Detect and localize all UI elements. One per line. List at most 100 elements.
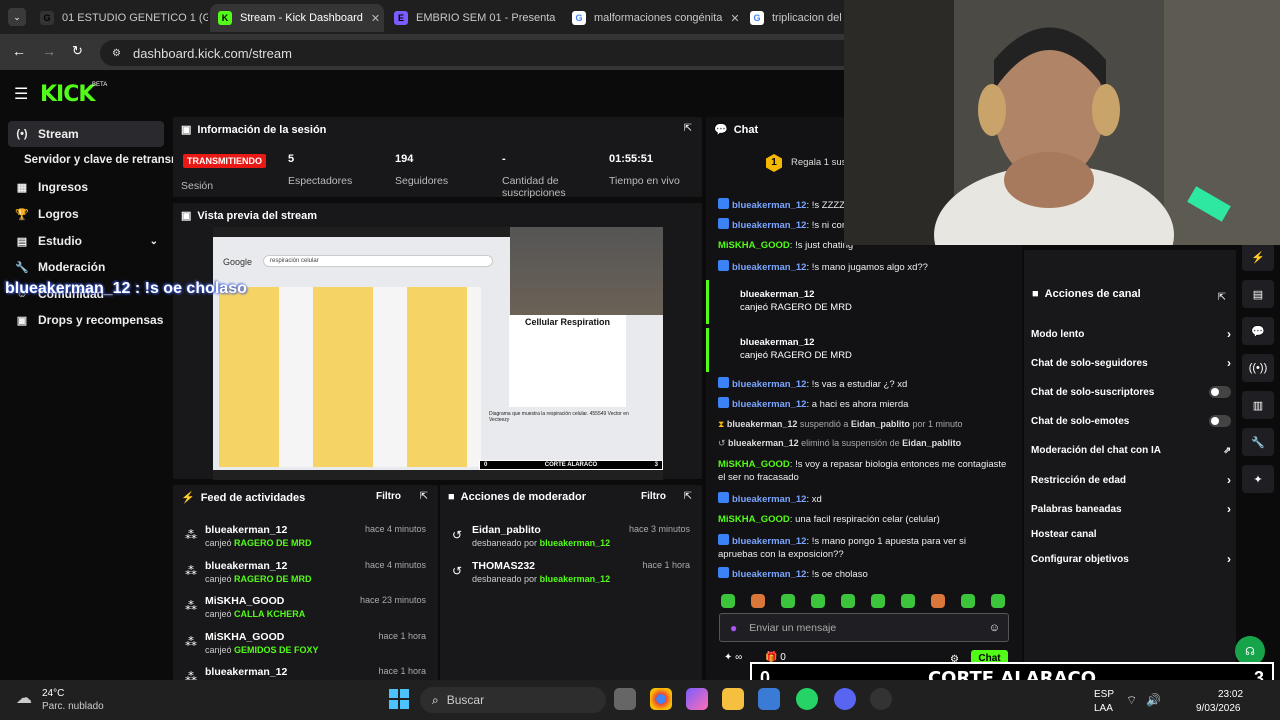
mod-filter-button[interactable]: Filtro [641, 491, 666, 502]
weather-icon[interactable]: ☁ [16, 688, 32, 708]
clock-date[interactable]: 9/03/2026 [1196, 703, 1241, 714]
chat-username[interactable]: blueakerman_12 [732, 399, 806, 410]
browser-tab[interactable]: E EMBRIO SEM 01 - Presenta✕ [386, 4, 562, 32]
chat-rail-button[interactable]: 💬 [1242, 317, 1274, 345]
bolt-rail-button[interactable]: ⚡ [1242, 243, 1274, 271]
emote-icon[interactable] [931, 594, 945, 608]
feed-row[interactable]: ⁂ blueakerman_12 hace 1 hora [173, 662, 438, 680]
emote-icon[interactable] [871, 594, 885, 608]
sidebar-item[interactable]: Servidor y clave de retransm [8, 147, 183, 173]
chat-username[interactable]: MiSKHA_GOOD [718, 459, 790, 470]
emote-icon[interactable] [721, 594, 735, 608]
chat-username[interactable]: blueakerman_12 [732, 220, 806, 231]
emote-icon[interactable] [961, 594, 975, 608]
mod-row[interactable]: ↺ THOMAS232 hace 1 hora desbaneado por blue… [440, 556, 702, 592]
chat-message[interactable]: blueakerman_12: !s vas a estudiar ¿? xd [718, 377, 1008, 391]
mod-row[interactable]: ↺ Eidan_pablito hace 3 minutos desbaneado p… [440, 520, 702, 556]
emote-icon[interactable] [901, 594, 915, 608]
reload-icon[interactable]: ↻ [72, 43, 83, 59]
chat-message[interactable]: MiSKHA_GOOD: una facil respiración celar… [718, 513, 1008, 526]
tab-close-icon[interactable]: ✕ [722, 12, 739, 25]
emote-icon[interactable] [751, 594, 765, 608]
toggle-switch[interactable] [1209, 415, 1231, 427]
chat-message[interactable]: blueakerman_12: !s mano pongo 1 apuesta … [718, 534, 1008, 561]
browser-tab[interactable]: Gtriplicacion del cr✕ [742, 4, 844, 32]
tab-close-icon[interactable]: ✕ [555, 12, 562, 25]
feed-popout-icon[interactable]: ⇱ [420, 491, 428, 502]
wifi-icon[interactable]: ⌔ [1126, 693, 1137, 708]
points-indicator[interactable]: ✦ ∞ [724, 652, 742, 663]
sidebar-item[interactable]: 🔧 Moderación [8, 254, 164, 280]
wrench-rail-button[interactable]: 🔧 [1242, 428, 1274, 456]
sys-target[interactable]: Eidan_pablito [902, 438, 961, 448]
community-rail-button[interactable]: ✦ [1242, 465, 1274, 493]
chat-username[interactable]: MiSKHA_GOOD [718, 240, 790, 251]
forward-icon[interactable]: → [42, 43, 56, 59]
channel-action-item[interactable]: Chat de solo-seguidores › [1031, 356, 1231, 370]
broadcast-rail-button[interactable]: ((•)) [1242, 354, 1274, 382]
mod-popout-icon[interactable]: ⇱ [684, 491, 692, 502]
feed-row[interactable]: ⁂ MiSKHA_GOOD hace 23 minutos canjeó CALLA … [173, 591, 438, 627]
chat-message[interactable]: blueakerman_12: !s oe cholaso [718, 567, 1008, 581]
back-icon[interactable]: ← [12, 43, 26, 59]
taskbar-search[interactable]: ⌕ Buscar [420, 687, 606, 713]
channel-action-item[interactable]: Modo lento › [1031, 327, 1231, 341]
volume-icon[interactable]: 🔊 [1146, 693, 1161, 707]
menu-icon[interactable]: ☰ [14, 84, 28, 104]
tab-list-button[interactable]: ⌄ [8, 8, 26, 26]
chat-message[interactable]: blueakerman_12: xd [718, 492, 1008, 506]
channel-action-item[interactable]: Restricción de edad › [1031, 473, 1231, 487]
chat-message[interactable]: blueakerman_12: !s mano jugamos algo xd?… [718, 260, 1008, 274]
whatsapp-icon[interactable] [796, 688, 818, 710]
obs-icon[interactable] [870, 688, 892, 710]
sidebar-item[interactable]: ▣ Drops y recompensas [8, 307, 164, 333]
sidebar-item[interactable]: (•) Stream [8, 121, 164, 147]
channel-action-item[interactable]: Moderación del chat con IA ⇗ [1031, 443, 1231, 457]
emote-icon[interactable] [811, 594, 825, 608]
chat-message[interactable]: blueakerman_12: a haci es ahora mierda [718, 397, 1008, 411]
chat-username[interactable]: blueakerman_12 [732, 494, 806, 505]
chat-username[interactable]: MiSKHA_GOOD [718, 514, 790, 525]
chat-message[interactable]: MiSKHA_GOOD: !s voy a repasar biologia e… [718, 458, 1008, 484]
popout-icon[interactable]: ⇱ [684, 123, 692, 134]
file-explorer-icon[interactable] [722, 688, 744, 710]
feed-row[interactable]: ⁂ blueakerman_12 hace 4 minutos canjeó RAGE… [173, 520, 438, 556]
chevron-down-icon[interactable]: ⌄ [150, 236, 158, 247]
stream-preview[interactable]: Google respiración celular Cellular Resp… [213, 227, 663, 480]
lang-2[interactable]: LAA [1094, 703, 1113, 714]
tab-close-icon[interactable]: ✕ [363, 12, 380, 25]
chat-username[interactable]: blueakerman_12 [732, 200, 806, 211]
discord-icon[interactable] [834, 688, 856, 710]
channel-action-item[interactable]: Chat de solo-suscriptores [1031, 385, 1231, 399]
browser-tab[interactable]: K Stream - Kick Dashboard ✕ [210, 4, 384, 32]
channel-action-item[interactable]: Chat de solo-emotes [1031, 414, 1231, 428]
copilot-icon[interactable] [686, 688, 708, 710]
kick-logo[interactable]: KICK [40, 82, 95, 107]
chat-username[interactable]: blueakerman_12 [732, 262, 806, 273]
browser-tab[interactable]: Gmalformaciones congénita ✕ [564, 4, 740, 32]
sys-user[interactable]: blueakerman_12 [728, 438, 799, 448]
clock-time[interactable]: 23:02 [1218, 689, 1243, 700]
channel-popout-icon[interactable]: ⇱ [1218, 292, 1226, 303]
chat-input[interactable]: ● Enviar un mensaje ☺ [719, 613, 1009, 642]
mod-rail-button[interactable]: ▥ [1242, 391, 1274, 419]
redeem-user[interactable]: blueakerman_12 [740, 289, 814, 300]
mic-icon[interactable]: ● [730, 621, 737, 635]
channel-action-item[interactable]: Configurar objetivos › [1031, 552, 1231, 566]
chat-username[interactable]: blueakerman_12 [732, 536, 806, 547]
redeem-user[interactable]: blueakerman_12 [740, 337, 814, 348]
sys-user[interactable]: blueakerman_12 [727, 419, 798, 429]
chat-username[interactable]: blueakerman_12 [732, 569, 806, 580]
feed-row[interactable]: ⁂ MiSKHA_GOOD hace 1 hora canjeó GEMIDOS DE… [173, 627, 438, 663]
feed-row[interactable]: ⁂ blueakerman_12 hace 4 minutos canjeó RAGE… [173, 556, 438, 592]
task-view-icon[interactable] [614, 688, 636, 710]
notes-rail-button[interactable]: ▤ [1242, 280, 1274, 308]
sidebar-item[interactable]: 🏆 Logros [8, 201, 164, 227]
channel-action-item[interactable]: Palabras baneadas › [1031, 502, 1231, 516]
sys-target[interactable]: Eidan_pablito [851, 419, 910, 429]
chrome-icon[interactable] [650, 688, 672, 710]
emote-icon[interactable] [841, 594, 855, 608]
emote-icon[interactable] [781, 594, 795, 608]
site-info-icon[interactable]: ⚙ [112, 48, 121, 59]
browser-tab[interactable]: G01 ESTUDIO GENETICO 1 (G✕ [32, 4, 208, 32]
